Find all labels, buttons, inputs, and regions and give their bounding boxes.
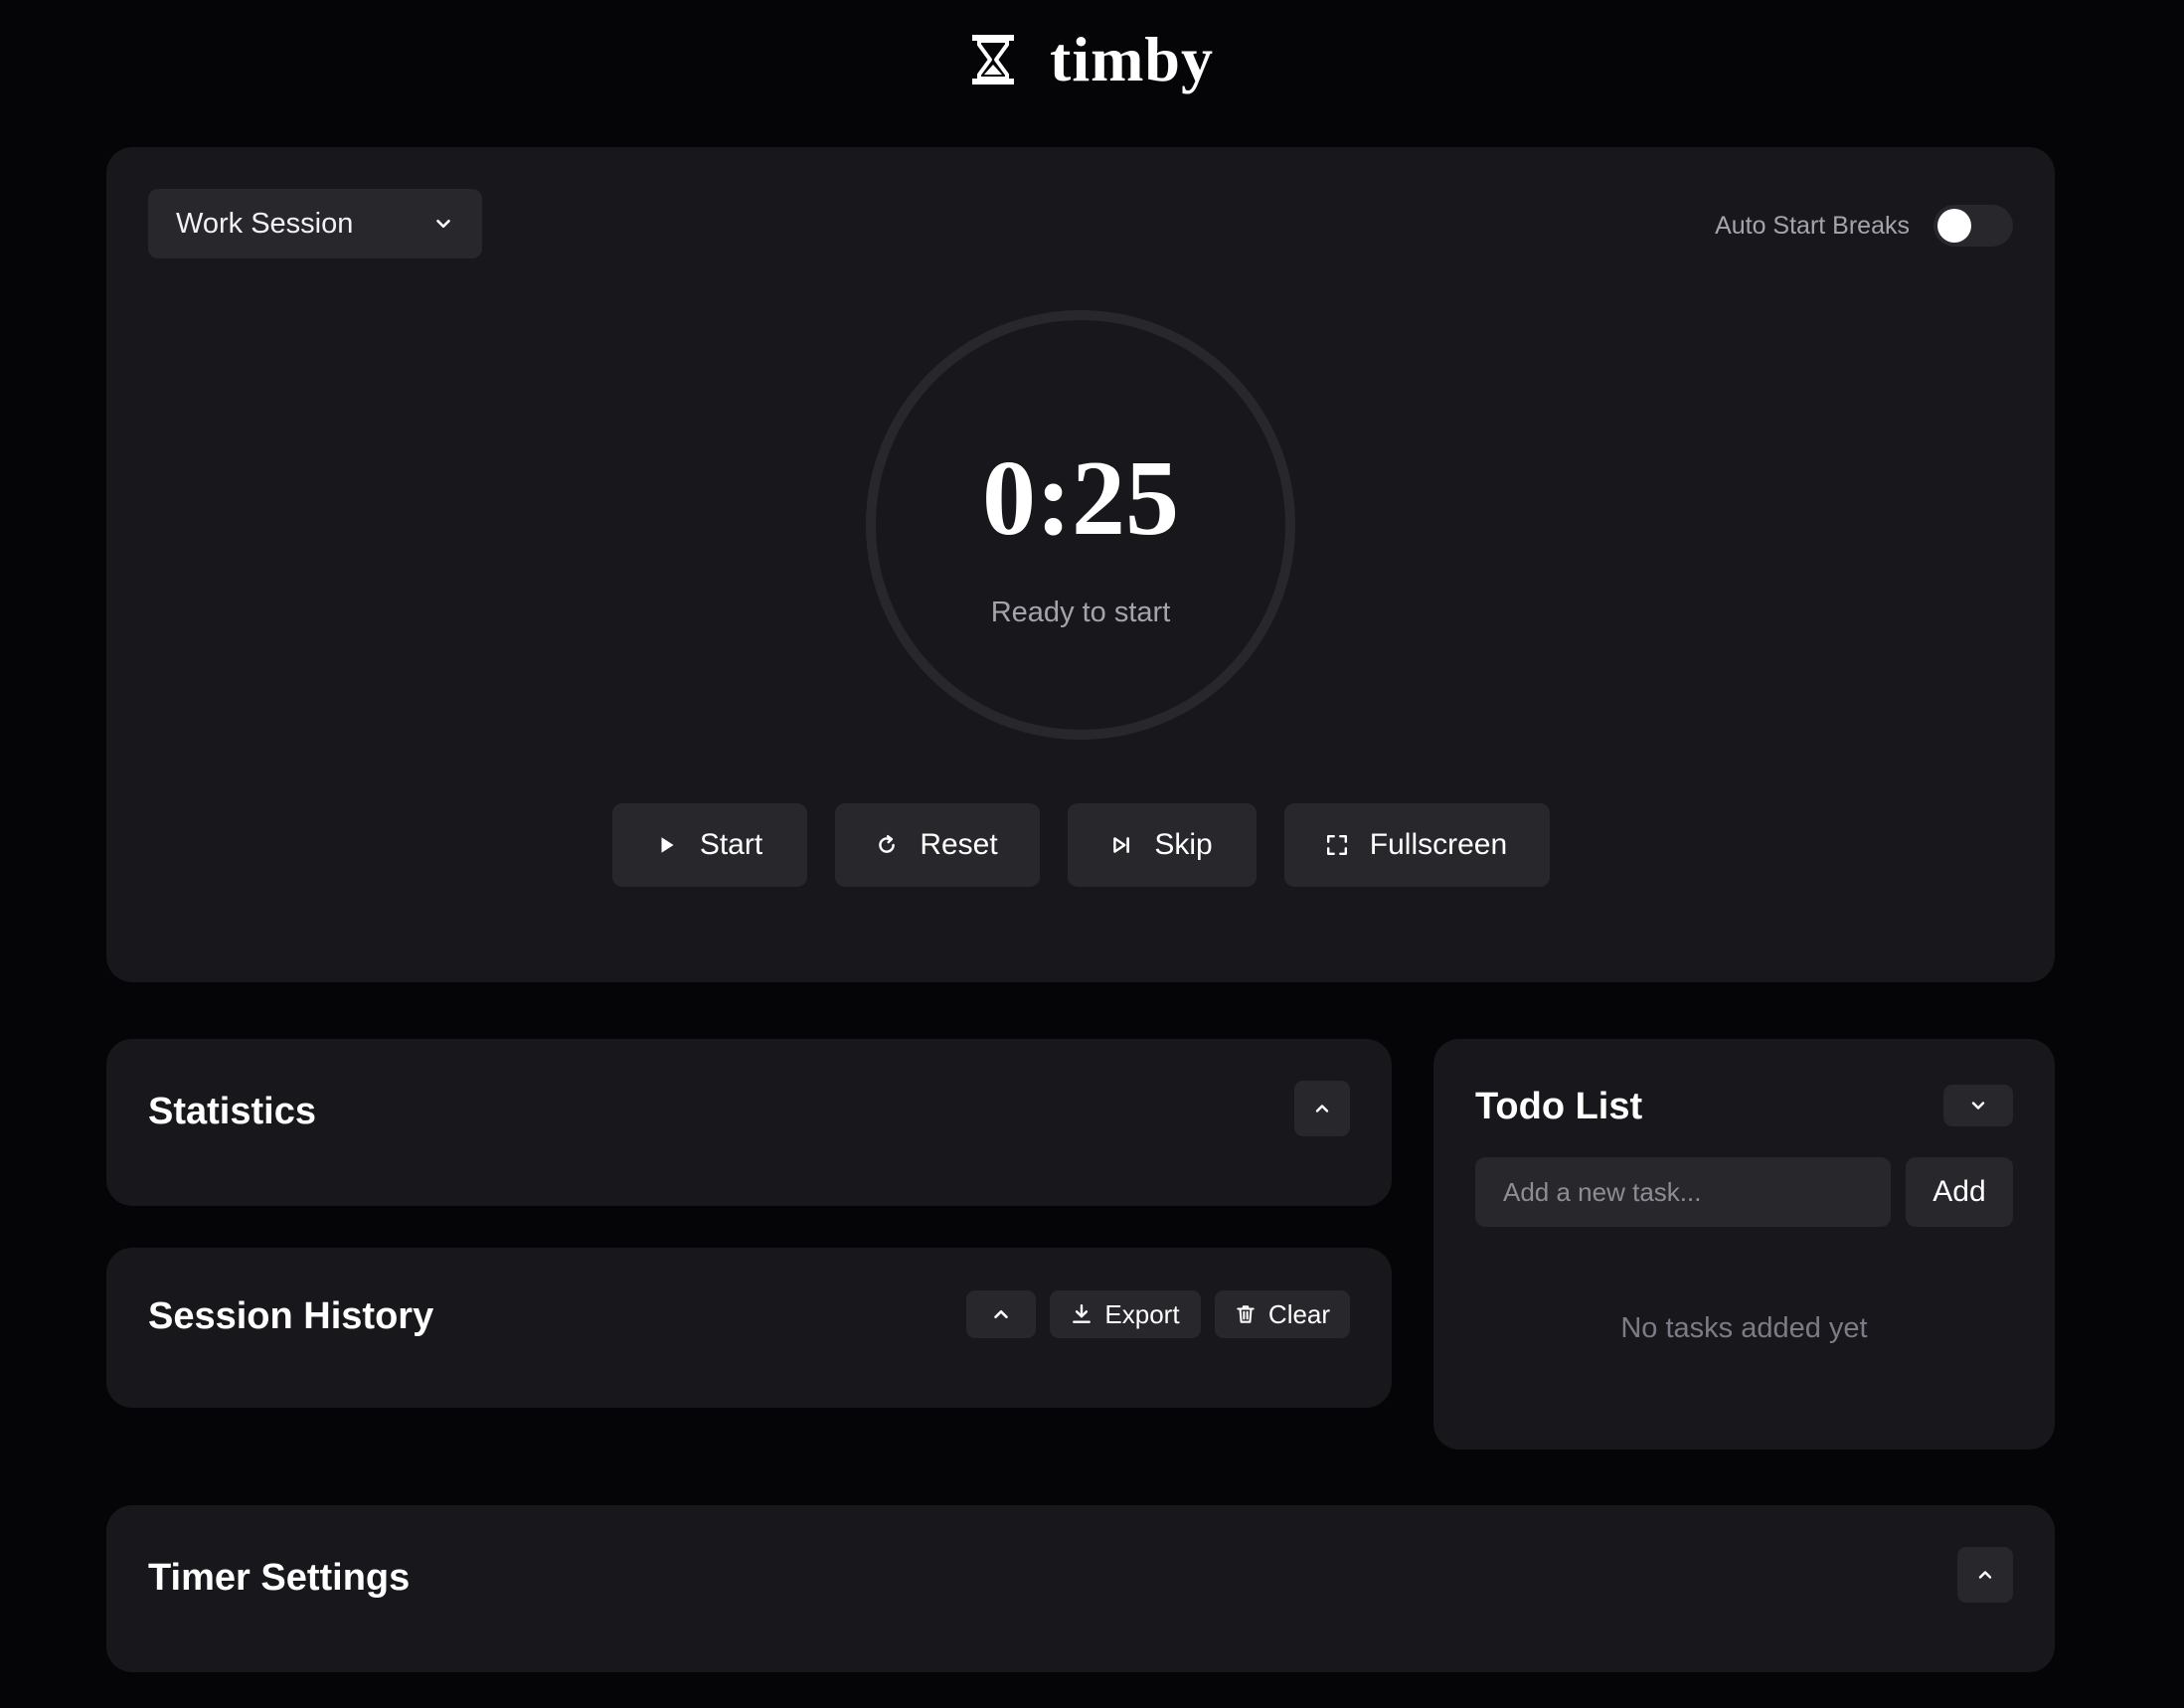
play-icon [661, 837, 674, 853]
statistics-card: Statistics [106, 1039, 1392, 1206]
chevron-up-icon [1978, 1571, 1992, 1579]
chevron-up-icon [1315, 1105, 1329, 1112]
new-task-input[interactable] [1475, 1157, 1891, 1227]
todo-list-card: Todo List Add No tasks added yet [1433, 1039, 2055, 1450]
session-type-label: Work Session [176, 207, 354, 240]
reset-button-label: Reset [920, 828, 998, 861]
chevron-down-icon [436, 219, 450, 229]
timer-settings-collapse-button[interactable] [1957, 1547, 2013, 1603]
add-task-button[interactable]: Add [1906, 1157, 2013, 1227]
statistics-title: Statistics [148, 1091, 316, 1132]
timer-display: 0:25 [982, 439, 1179, 558]
fullscreen-icon [1326, 834, 1347, 856]
clear-button[interactable]: Clear [1215, 1290, 1350, 1338]
app-root: timby Work Session Auto Start Breaks 0:2… [0, 0, 2184, 1708]
statistics-collapse-button[interactable] [1294, 1081, 1350, 1136]
session-history-collapse-button[interactable] [966, 1290, 1036, 1338]
clear-button-label: Clear [1267, 1298, 1331, 1329]
start-button[interactable]: Start [611, 803, 807, 887]
app-title: timby [1050, 24, 1214, 94]
timer-status: Ready to start [990, 597, 1171, 628]
toggle-knob [1937, 209, 1971, 243]
timer-controls: Start Reset Skip Fullscreen [106, 803, 2055, 887]
timer-settings-card: Timer Settings [106, 1505, 2055, 1672]
start-button-label: Start [699, 828, 763, 861]
todo-list-expand-button[interactable] [1943, 1085, 2013, 1126]
app-header: timby [0, 22, 2184, 97]
timer-settings-title: Timer Settings [148, 1557, 411, 1599]
auto-start-breaks-label: Auto Start Breaks [1715, 211, 1910, 240]
chevron-down-icon [1971, 1102, 1985, 1110]
export-button-label: Export [1104, 1298, 1180, 1329]
export-button[interactable]: Export [1050, 1290, 1201, 1338]
session-type-select[interactable]: Work Session [148, 189, 482, 258]
skip-forward-icon [1113, 837, 1130, 853]
chevron-up-icon [994, 1309, 1008, 1319]
session-history-title: Session History [148, 1295, 434, 1337]
todo-empty-message: No tasks added yet [1620, 1312, 1868, 1344]
trash-icon [1237, 1305, 1255, 1323]
auto-start-breaks: Auto Start Breaks [1715, 205, 2013, 247]
fullscreen-button[interactable]: Fullscreen [1283, 803, 1550, 887]
session-history-card: Session History Export Clear [106, 1248, 1392, 1408]
timer-card: Work Session Auto Start Breaks 0:25 Read… [106, 147, 2055, 982]
skip-button-label: Skip [1154, 828, 1213, 861]
download-icon [1073, 1303, 1092, 1323]
todo-list-title: Todo List [1475, 1086, 1643, 1127]
skip-button[interactable]: Skip [1067, 803, 1257, 887]
reset-icon [879, 834, 896, 853]
hourglass-icon [972, 35, 1014, 85]
auto-start-breaks-toggle[interactable] [1933, 205, 2013, 247]
reset-button[interactable]: Reset [834, 803, 1040, 887]
fullscreen-button-label: Fullscreen [1369, 828, 1508, 861]
